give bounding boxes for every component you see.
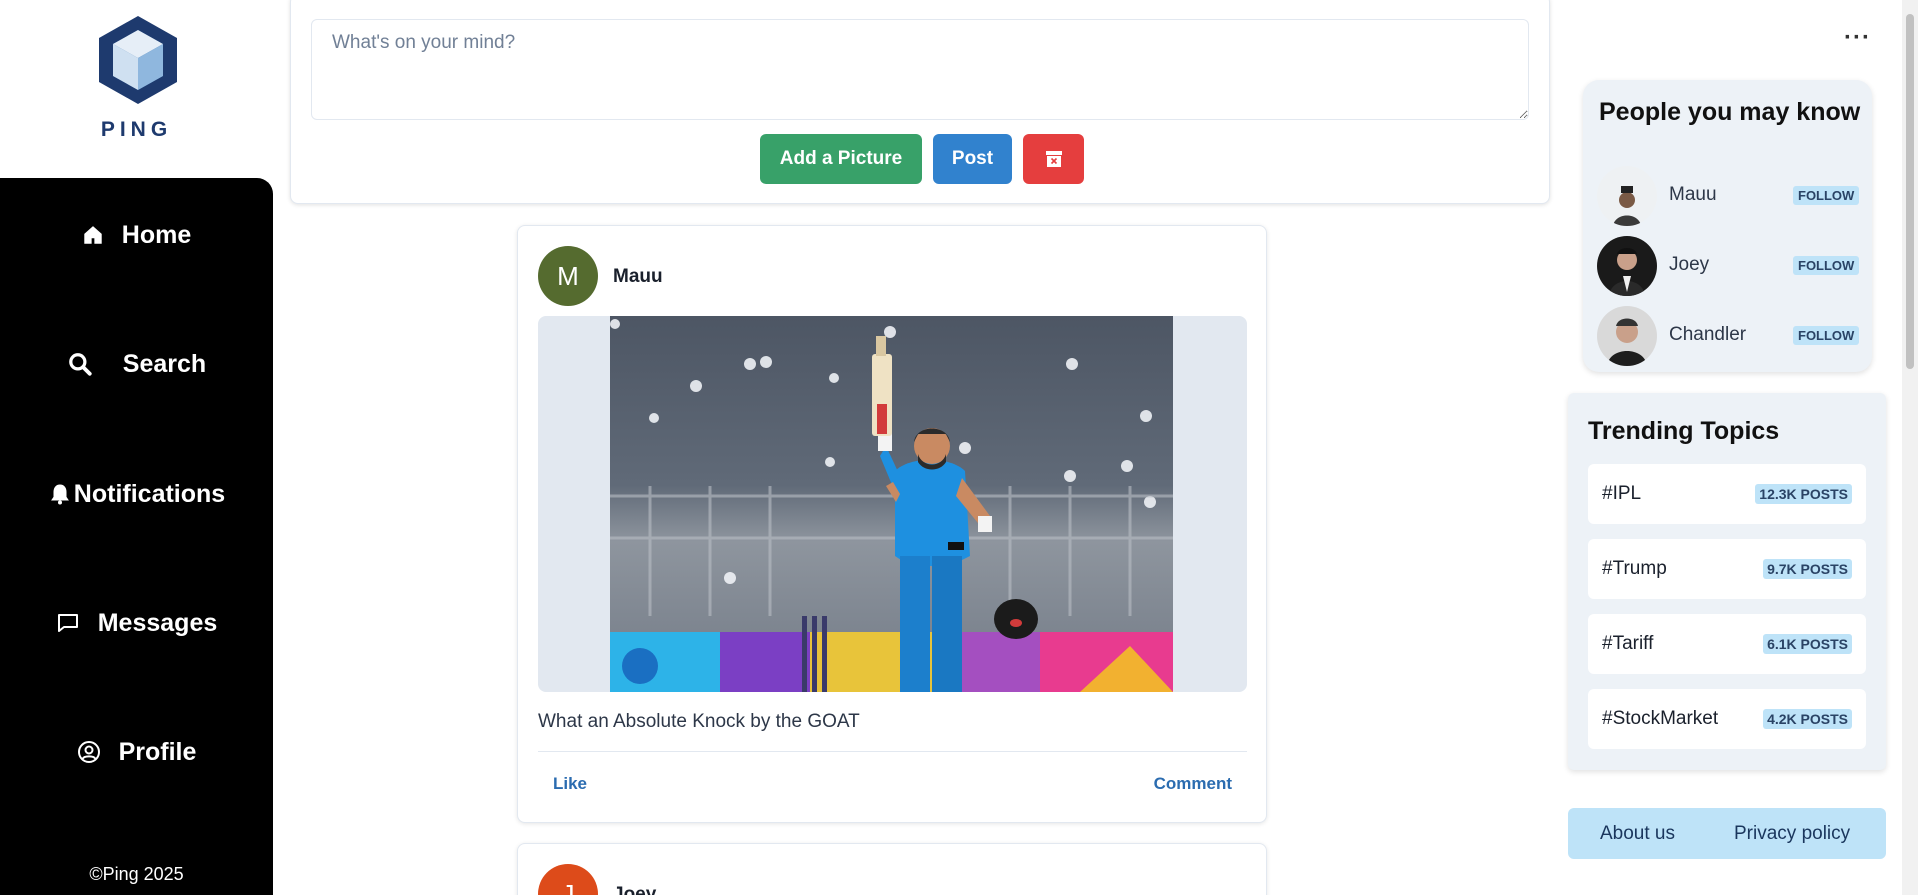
post-text: What an Absolute Knock by the GOAT xyxy=(538,711,860,732)
person-avatar[interactable] xyxy=(1597,166,1657,226)
person-name[interactable]: Mauu xyxy=(1669,184,1717,206)
trending-topics-card: Trending Topics #IPL 12.3K POSTS #Trump … xyxy=(1568,393,1886,770)
nav-profile-label: Profile xyxy=(118,737,197,766)
person-name[interactable]: Chandler xyxy=(1669,324,1746,346)
pymk-title: People you may know xyxy=(1599,98,1861,126)
clear-button[interactable] xyxy=(1023,134,1084,184)
person-avatar[interactable] xyxy=(1597,236,1657,296)
person-name[interactable]: Joey xyxy=(1669,254,1709,276)
nav-home-label: Home xyxy=(121,220,192,249)
person-row: Chandler FOLLOW xyxy=(1597,306,1860,366)
post-image[interactable] xyxy=(610,316,1173,692)
bell-icon xyxy=(50,484,69,505)
topic-count-badge: 9.7K POSTS xyxy=(1763,559,1852,579)
app-root: PING Home Search Notifications Messages … xyxy=(0,0,1918,895)
trending-title: Trending Topics xyxy=(1588,417,1780,445)
comment-button[interactable]: Comment xyxy=(1154,774,1232,794)
people-you-may-know-card: People you may know Mauu FOLLOW Joey FOL… xyxy=(1583,80,1872,372)
cricket-photo xyxy=(610,319,1173,692)
nav-search-label: Search xyxy=(122,349,207,378)
trending-topic[interactable]: #Trump 9.7K POSTS xyxy=(1588,539,1866,599)
logo-area: PING xyxy=(0,0,273,178)
follow-button[interactable]: FOLLOW xyxy=(1793,186,1860,205)
post-button[interactable]: Post xyxy=(933,134,1012,184)
user-circle-icon xyxy=(77,741,100,763)
topic-count-badge: 6.1K POSTS xyxy=(1763,634,1852,654)
follow-button[interactable]: FOLLOW xyxy=(1793,326,1860,345)
post-card: J Joey xyxy=(517,843,1267,895)
post-author[interactable]: Joey xyxy=(613,884,656,895)
person-avatar[interactable] xyxy=(1597,306,1657,366)
post-divider xyxy=(538,751,1247,752)
nav-notifications[interactable]: Notifications xyxy=(0,474,273,514)
topic-tag: #Trump xyxy=(1602,558,1667,579)
privacy-policy-link[interactable]: Privacy policy xyxy=(1734,823,1850,845)
post-card: M Mauu What an Absolute Knock by the GOA… xyxy=(517,225,1267,823)
post-media xyxy=(538,316,1247,692)
home-icon xyxy=(84,226,102,244)
brand-name: PING xyxy=(100,118,173,141)
person-row: Mauu FOLLOW xyxy=(1597,166,1860,226)
topic-count-badge: 12.3K POSTS xyxy=(1755,484,1852,504)
message-icon xyxy=(57,614,78,632)
copyright: ©Ping 2025 xyxy=(89,864,184,884)
post-avatar[interactable]: M xyxy=(538,246,598,306)
nav-messages[interactable]: Messages xyxy=(0,603,273,643)
footer-links: About us Privacy policy xyxy=(1568,808,1886,859)
scrollbar-thumb[interactable] xyxy=(1906,14,1914,369)
topic-tag: #StockMarket xyxy=(1602,708,1719,729)
nav-home[interactable]: Home xyxy=(0,215,273,255)
trending-topic[interactable]: #IPL 12.3K POSTS xyxy=(1588,464,1866,524)
post-composer: Add a Picture Post xyxy=(290,0,1550,204)
topic-count-badge: 4.2K POSTS xyxy=(1763,709,1852,729)
follow-button[interactable]: FOLLOW xyxy=(1793,256,1860,275)
about-us-link[interactable]: About us xyxy=(1600,823,1675,845)
nav-messages-label: Messages xyxy=(97,608,218,637)
archive-x-icon xyxy=(1045,151,1062,167)
nav-notifications-label: Notifications xyxy=(73,479,226,508)
topic-tag: #Tariff xyxy=(1602,633,1654,654)
add-picture-button[interactable]: Add a Picture xyxy=(760,134,922,184)
post-author[interactable]: Mauu xyxy=(613,266,663,288)
logo-icon xyxy=(99,16,177,104)
nav-profile[interactable]: Profile xyxy=(0,732,273,772)
like-button[interactable]: Like xyxy=(553,774,587,794)
topic-tag: #IPL xyxy=(1602,483,1642,504)
search-icon xyxy=(68,353,92,376)
page-scrollbar[interactable] xyxy=(1902,0,1918,895)
trending-topic[interactable]: #StockMarket 4.2K POSTS xyxy=(1588,689,1866,749)
nav-search[interactable]: Search xyxy=(0,344,273,384)
more-options-icon[interactable]: ··· xyxy=(1844,24,1871,52)
person-row: Joey FOLLOW xyxy=(1597,236,1860,296)
post-input[interactable] xyxy=(311,19,1529,120)
post-avatar[interactable]: J xyxy=(538,864,598,895)
sidebar: Home Search Notifications Messages Profi… xyxy=(0,178,273,895)
trending-topic[interactable]: #Tariff 6.1K POSTS xyxy=(1588,614,1866,674)
